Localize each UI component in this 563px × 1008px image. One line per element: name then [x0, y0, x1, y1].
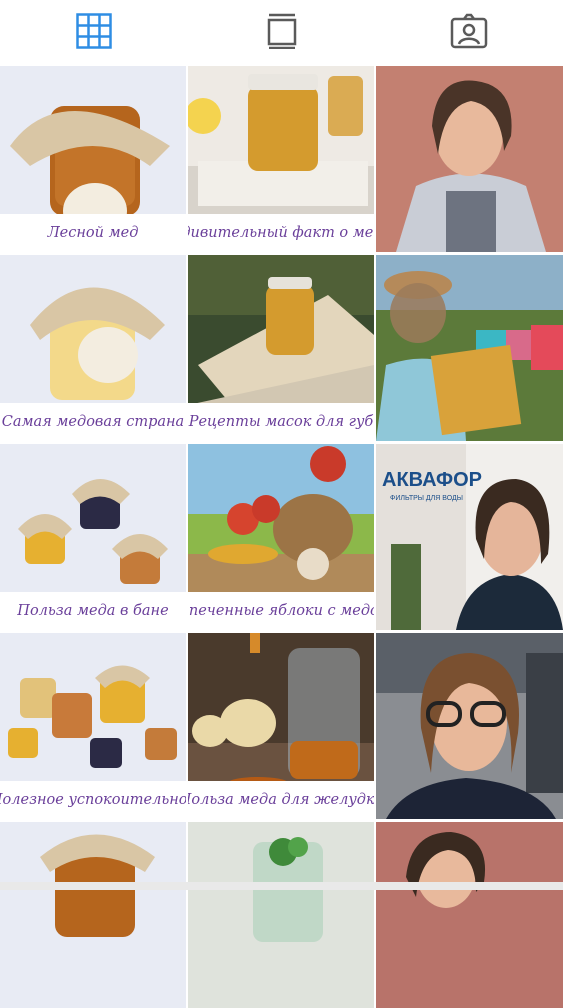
tab-tagged[interactable] [375, 0, 563, 62]
aquaphor-logo: АКВАФОР [382, 469, 482, 491]
post-tile[interactable]: Запеченные яблоки с медом [188, 444, 374, 630]
scroll-edge [0, 882, 563, 890]
post-tile[interactable] [376, 255, 563, 441]
post-tile[interactable]: Полезное успокоительное [0, 633, 186, 819]
post-caption: Лесной мед [0, 214, 186, 252]
post-tile[interactable]: Лесной мед [0, 66, 186, 252]
portrait-photo [376, 822, 563, 1008]
tab-feed[interactable] [188, 0, 376, 62]
portrait-photo: АКВАФОР ФИЛЬТРЫ ДЛЯ ВОДЫ [376, 444, 563, 630]
post-caption: Удивительный факт о меде [188, 214, 374, 252]
post-tile[interactable]: Польза меда для желудка [188, 633, 374, 819]
post-tile[interactable] [376, 66, 563, 252]
post-tile[interactable] [376, 822, 563, 1008]
post-caption: Польза меда для желудка [188, 781, 374, 819]
portrait-photo [376, 633, 563, 819]
tab-grid[interactable] [0, 0, 188, 62]
tagged-icon [450, 13, 488, 49]
post-tile[interactable]: Самая медовая страна [0, 255, 186, 441]
portrait-photo [376, 66, 563, 252]
feed-icon [267, 13, 296, 49]
aquaphor-tagline: ФИЛЬТРЫ ДЛЯ ВОДЫ [390, 495, 463, 502]
post-tile[interactable]: Рецепты масок для губ [188, 255, 374, 441]
post-caption: Запеченные яблоки с медом [188, 592, 374, 630]
post-caption: Полезное успокоительное [0, 781, 186, 819]
post-tile[interactable] [0, 822, 186, 1008]
post-grid: Лесной мед Удивительный факт о меде [0, 66, 563, 1008]
pitcher-photo [188, 822, 374, 1008]
post-caption: Самая медовая страна [0, 403, 186, 441]
grid-icon [76, 13, 112, 49]
post-caption: Польза меда в бане [0, 592, 186, 630]
post-tile[interactable] [376, 633, 563, 819]
post-caption: Рецепты масок для губ [188, 403, 374, 441]
honey-jar-photo [0, 822, 186, 1008]
beekeeper-photo [376, 255, 563, 441]
profile-tab-bar [0, 0, 563, 62]
post-tile[interactable] [188, 822, 374, 1008]
post-tile[interactable]: Удивительный факт о меде [188, 66, 374, 252]
post-tile[interactable]: Польза меда в бане [0, 444, 186, 630]
post-tile[interactable]: АКВАФОР ФИЛЬТРЫ ДЛЯ ВОДЫ [376, 444, 563, 630]
